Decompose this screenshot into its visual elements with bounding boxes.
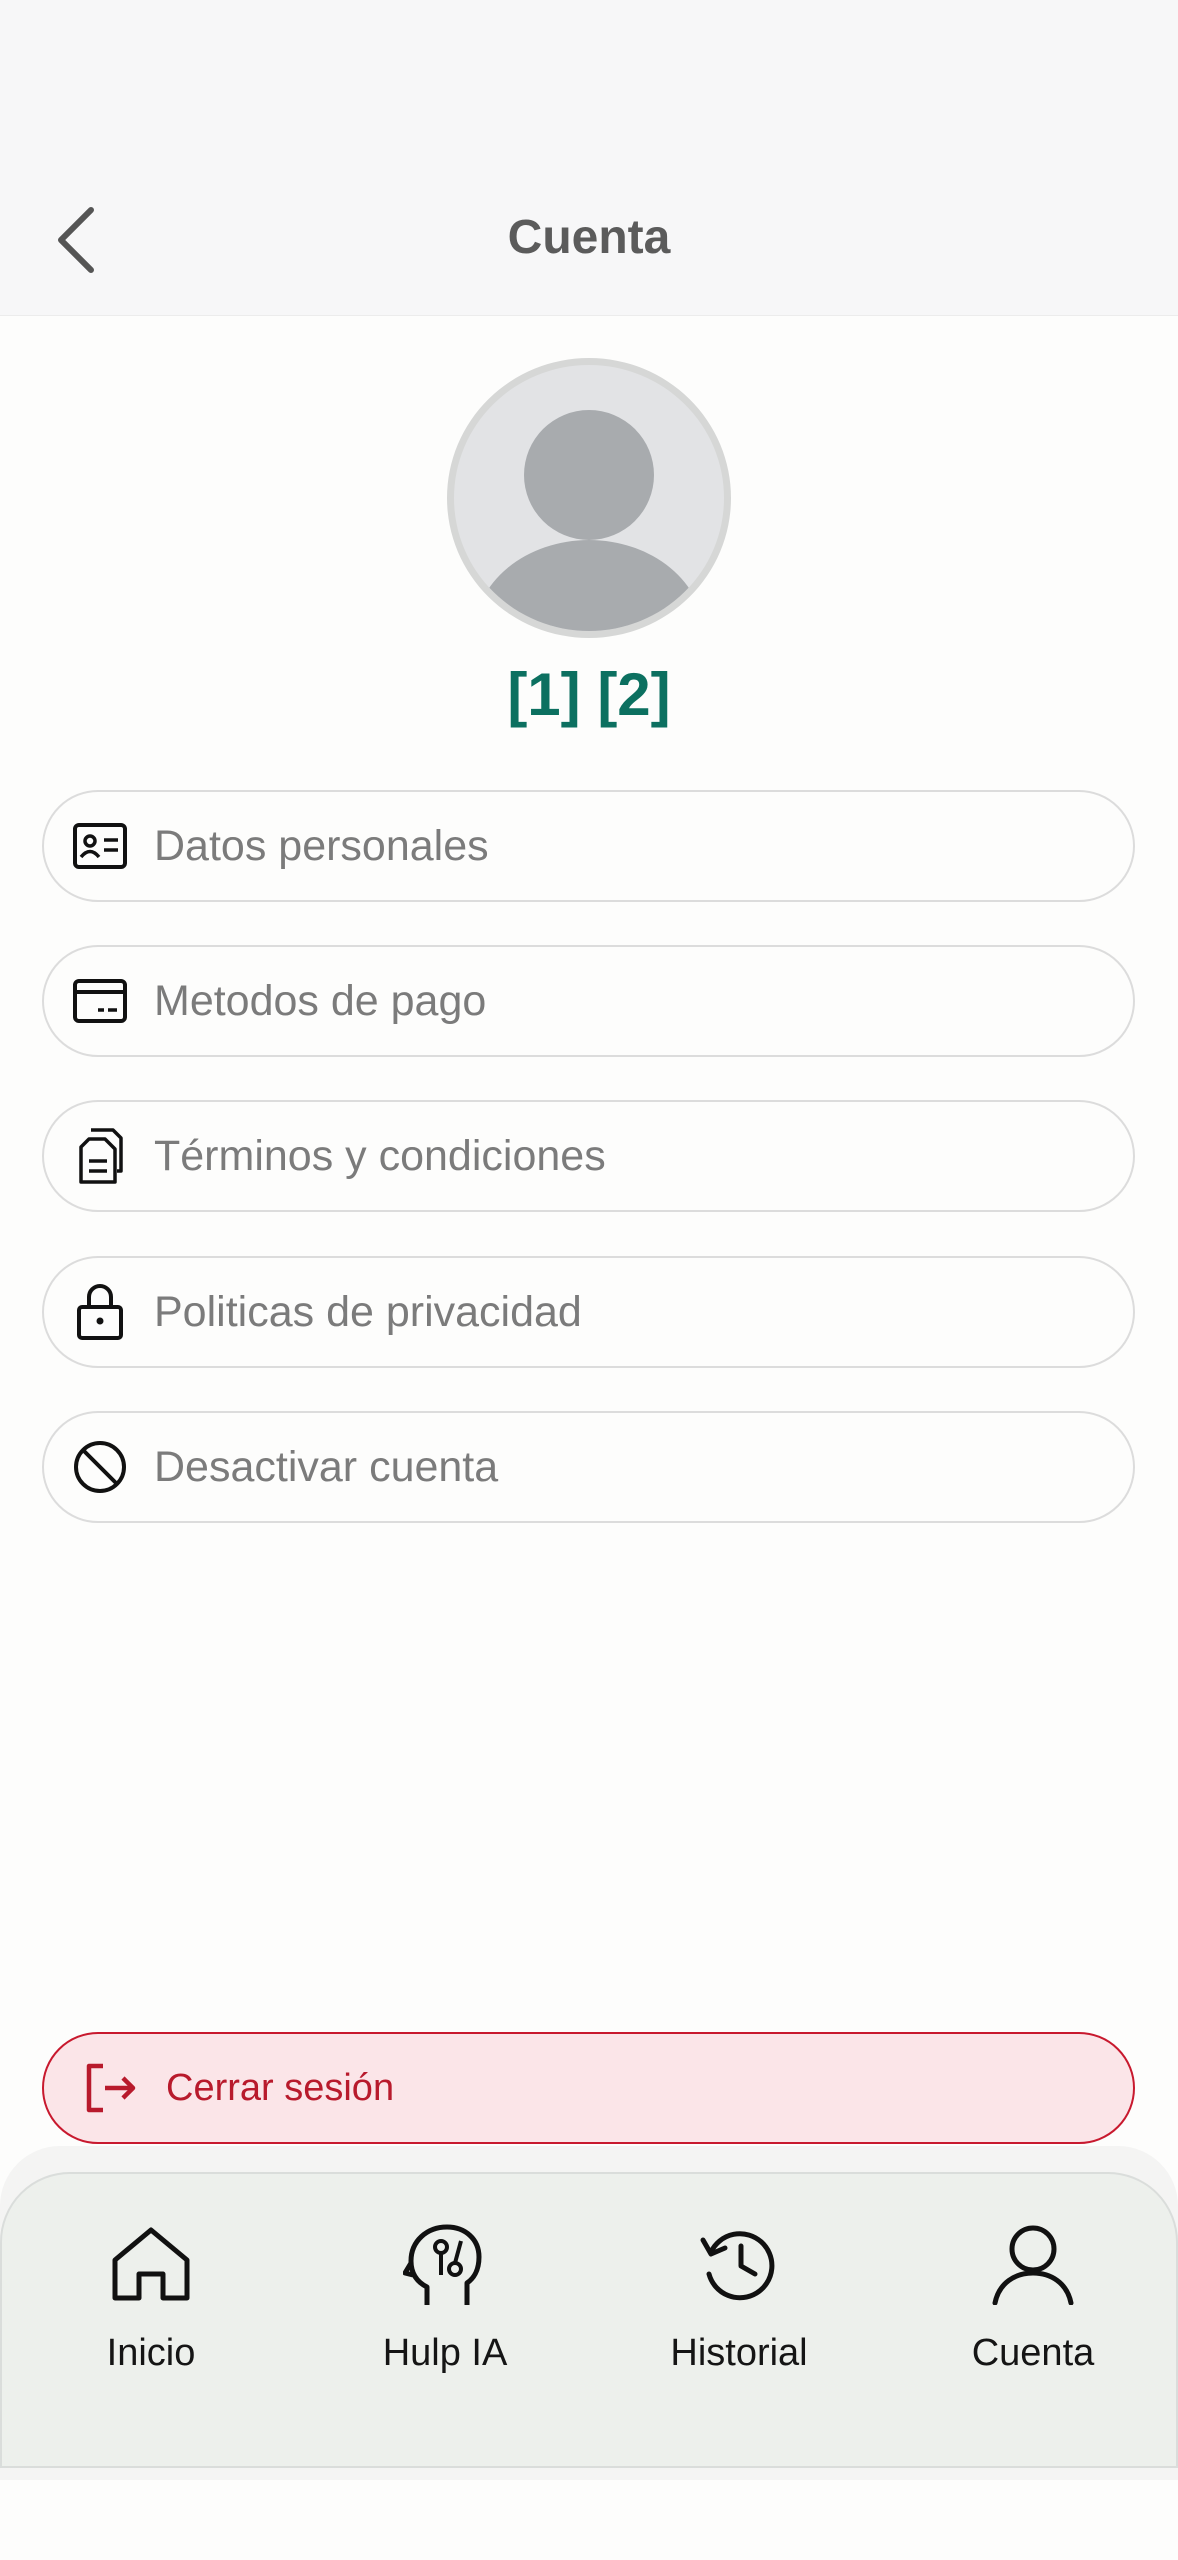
home-icon (4, 2216, 298, 2312)
nav-item-historial[interactable]: Historial (592, 2174, 886, 2424)
ban-icon (70, 1437, 130, 1497)
menu-item-label: Metodos de pago (154, 976, 487, 1025)
ai-head-icon (298, 2216, 592, 2312)
nav-item-cuenta[interactable]: Cuenta (886, 2174, 1178, 2424)
logout-button[interactable]: Cerrar sesión (42, 2032, 1135, 2144)
documents-icon (70, 1126, 130, 1186)
menu-item-payment-methods[interactable]: Metodos de pago (42, 945, 1135, 1057)
menu-item-personal-data[interactable]: Datos personales (42, 790, 1135, 902)
menu-item-deactivate[interactable]: Desactivar cuenta (42, 1411, 1135, 1523)
user-avatar-icon (474, 410, 704, 631)
nav-label: Cuenta (971, 2332, 1095, 2374)
nav-item-hulp-ia[interactable]: Hulp IA (298, 2174, 592, 2424)
history-icon (592, 2216, 886, 2312)
menu-item-label: Datos personales (154, 821, 489, 870)
user-icon (886, 2216, 1178, 2312)
nav-item-inicio[interactable]: Inicio (4, 2174, 298, 2424)
id-card-icon (70, 816, 130, 876)
bottom-nav: Inicio Hulp IA Historial Cuenta (0, 2172, 1178, 2468)
avatar[interactable] (447, 358, 731, 638)
page-title: Cuenta (507, 211, 671, 264)
user-name: [1] [2] (507, 661, 671, 728)
logout-label: Cerrar sesión (166, 2066, 395, 2109)
menu-item-label: Politicas de privacidad (154, 1287, 582, 1336)
app-header: Cuenta (0, 0, 1178, 316)
credit-card-icon (70, 971, 130, 1031)
menu-item-label: Desactivar cuenta (154, 1442, 499, 1491)
lock-icon (70, 1282, 130, 1342)
menu-item-label: Términos y condiciones (154, 1131, 606, 1180)
menu-item-terms[interactable]: Términos y condiciones (42, 1100, 1135, 1212)
nav-label: Inicio (106, 2332, 196, 2374)
nav-label: Historial (670, 2332, 808, 2374)
logout-icon (82, 2058, 142, 2118)
menu-item-privacy[interactable]: Politicas de privacidad (42, 1256, 1135, 1368)
nav-label: Hulp IA (382, 2332, 508, 2374)
